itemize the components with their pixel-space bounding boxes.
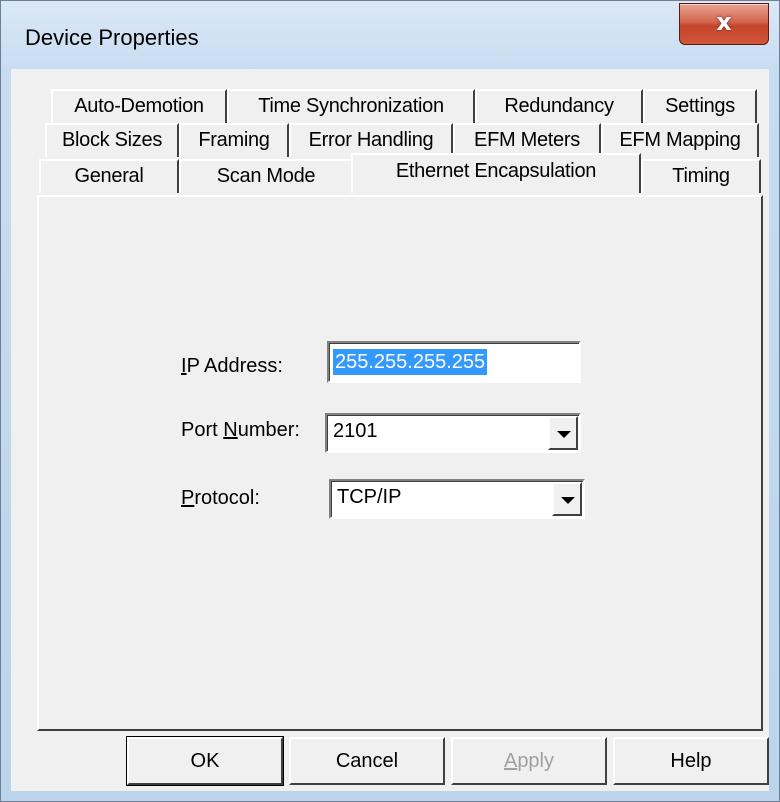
ip-address-value: 255.255.255.255: [333, 349, 488, 375]
tab-error-handling[interactable]: Error Handling: [289, 123, 453, 157]
chevron-down-icon: [561, 497, 575, 504]
dialog-client-area: Auto-Demotion Time Synchronization Redun…: [11, 69, 769, 791]
ok-button[interactable]: OK: [126, 736, 284, 786]
tab-scan-mode[interactable]: Scan Mode: [179, 159, 353, 193]
help-button[interactable]: Help: [613, 737, 769, 785]
ip-address-input[interactable]: 255.255.255.255: [327, 341, 581, 383]
tab-auto-demotion[interactable]: Auto-Demotion: [51, 89, 227, 123]
tab-framing[interactable]: Framing: [179, 123, 289, 157]
tab-redundancy[interactable]: Redundancy: [475, 89, 643, 123]
port-number-label: Port Number:: [181, 419, 300, 441]
title-bar[interactable]: Device Properties x: [1, 1, 779, 69]
device-properties-window: Device Properties x Auto-Demotion Time S…: [0, 0, 780, 802]
port-number-value: 2101: [333, 420, 378, 442]
port-number-dropdown-button[interactable]: [548, 416, 578, 450]
chevron-down-icon: [557, 431, 571, 438]
protocol-dropdown-button[interactable]: [552, 482, 582, 516]
close-button[interactable]: x: [679, 3, 769, 45]
tab-efm-mapping[interactable]: EFM Mapping: [601, 123, 759, 157]
apply-button[interactable]: Apply: [451, 737, 607, 785]
tab-settings[interactable]: Settings: [643, 89, 757, 123]
tab-efm-meters[interactable]: EFM Meters: [453, 123, 601, 157]
ethernet-encapsulation-panel: IP Address: Port Number: Protocol:: [37, 195, 763, 731]
tab-timing[interactable]: Timing: [641, 159, 761, 193]
port-number-combo[interactable]: 2101: [325, 413, 581, 453]
tab-ethernet-encapsulation[interactable]: Ethernet Encapsulation: [351, 153, 641, 193]
protocol-combo[interactable]: TCP/IP: [329, 479, 585, 519]
close-icon: x: [716, 8, 732, 36]
protocol-value: TCP/IP: [337, 486, 402, 508]
tab-general[interactable]: General: [39, 159, 179, 193]
window-title: Device Properties: [25, 25, 199, 50]
ip-address-label: IP Address:: [181, 355, 283, 377]
tab-time-synchronization[interactable]: Time Synchronization: [227, 89, 475, 123]
tab-block-sizes[interactable]: Block Sizes: [45, 123, 179, 157]
cancel-button[interactable]: Cancel: [289, 737, 445, 785]
protocol-label: Protocol:: [181, 487, 260, 509]
